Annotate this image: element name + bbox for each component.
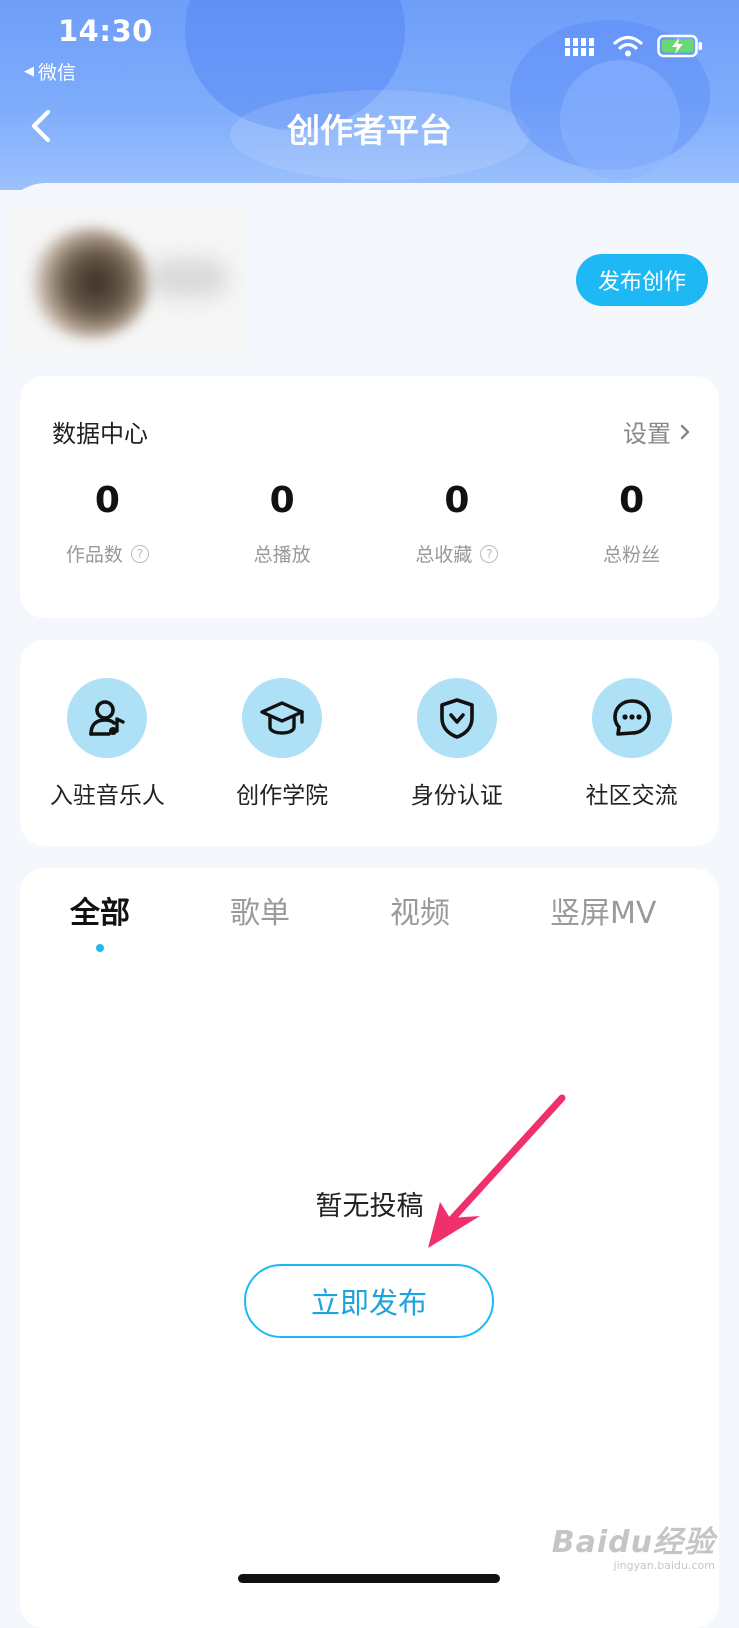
tool-musician[interactable]: 入驻音乐人: [20, 678, 195, 810]
active-tab-indicator: [96, 944, 104, 952]
tab-video[interactable]: 视频: [390, 888, 450, 932]
tool-label: 入驻音乐人: [49, 783, 165, 809]
data-center-card: 数据中心 设置 0 作品数 ? 0 总播放 0 总收藏 ? 0 总粉丝: [20, 376, 719, 618]
signal-icon: [565, 38, 594, 56]
avatar[interactable]: [8, 208, 248, 356]
tool-icon-bg: [591, 678, 672, 758]
stat-label: 作品数: [65, 544, 123, 566]
tool-academy[interactable]: 创作学院: [195, 678, 370, 810]
stat-value: 0: [619, 480, 645, 521]
status-icons: [565, 34, 703, 58]
stat-label: 总粉丝: [603, 544, 661, 566]
help-icon[interactable]: ?: [130, 544, 149, 563]
tab-vertical-mv[interactable]: 竖屏MV: [550, 888, 656, 932]
stat-label-row: 总粉丝: [544, 540, 719, 567]
stat-label: 总收藏: [415, 544, 473, 566]
watermark: Baidu经验 jingyan.baidu.com: [552, 1517, 715, 1572]
stat-value: 0: [94, 480, 120, 521]
stat-fans[interactable]: 0 总粉丝: [544, 480, 719, 567]
watermark-sub: jingyan.baidu.com: [613, 1559, 715, 1572]
username-blurred: [148, 258, 228, 298]
stat-value: 0: [444, 480, 470, 521]
stat-label-row: 总收藏 ?: [370, 540, 545, 567]
status-time: 14:30: [58, 14, 153, 48]
watermark-main: Baidu经验: [551, 1525, 715, 1560]
tab-all[interactable]: 全部: [70, 888, 130, 932]
publish-now-button[interactable]: 立即发布: [244, 1264, 494, 1338]
back-app-label: 微信: [38, 62, 77, 84]
stats-row: 0 作品数 ? 0 总播放 0 总收藏 ? 0 总粉丝: [20, 480, 719, 567]
avatar-image: [30, 228, 150, 338]
page-title: 创作者平台: [287, 111, 452, 150]
tools-row: 入驻音乐人 创作学院 身份认证 社区交流: [20, 678, 719, 810]
home-indicator: [238, 1574, 500, 1583]
settings-label: 设置: [623, 420, 671, 448]
stat-label: 总播放: [253, 544, 311, 566]
tool-label: 社区交流: [585, 783, 678, 809]
stat-label-row: 总播放: [195, 540, 370, 567]
tool-label: 身份认证: [410, 783, 503, 809]
shield-check-icon: [440, 698, 474, 739]
settings-link[interactable]: 设置: [623, 414, 691, 449]
chat-bubble-icon: [612, 699, 651, 736]
status-bar: 14:30 ◀ 微信: [0, 0, 739, 90]
tool-label: 创作学院: [236, 783, 329, 809]
data-center-title: 数据中心: [52, 420, 148, 448]
stat-label-row: 作品数 ?: [20, 540, 195, 567]
tool-icon-bg: [242, 678, 323, 758]
tools-card: 入驻音乐人 创作学院 身份认证 社区交流: [20, 640, 719, 846]
tab-playlist[interactable]: 歌单: [230, 888, 290, 932]
wifi-icon: [613, 35, 643, 57]
back-to-app-link[interactable]: ◀ 微信: [24, 58, 76, 85]
stat-favorites[interactable]: 0 总收藏 ?: [370, 480, 545, 567]
tool-icon-bg: [67, 678, 148, 758]
battery-icon: [657, 34, 702, 58]
tool-verification[interactable]: 身份认证: [370, 678, 545, 810]
chevron-right-icon: [680, 424, 690, 439]
works-card: 全部 歌单 视频 竖屏MV: [20, 868, 719, 1628]
stat-value: 0: [269, 480, 295, 521]
back-triangle-icon: ◀: [24, 64, 34, 79]
empty-state-text: 暂无投稿: [315, 1191, 424, 1222]
works-tabs: 全部 歌单 视频 竖屏MV: [20, 888, 719, 958]
stat-works[interactable]: 0 作品数 ?: [20, 480, 195, 567]
help-icon[interactable]: ?: [480, 544, 499, 563]
graduation-cap-icon: [260, 701, 304, 735]
musician-icon: [89, 700, 126, 736]
publish-creation-button[interactable]: 发布创作: [576, 254, 708, 306]
tool-icon-bg: [416, 678, 497, 758]
annotation-arrow-icon: [428, 1094, 566, 1248]
stat-plays[interactable]: 0 总播放: [195, 480, 370, 567]
tool-community[interactable]: 社区交流: [544, 678, 719, 810]
